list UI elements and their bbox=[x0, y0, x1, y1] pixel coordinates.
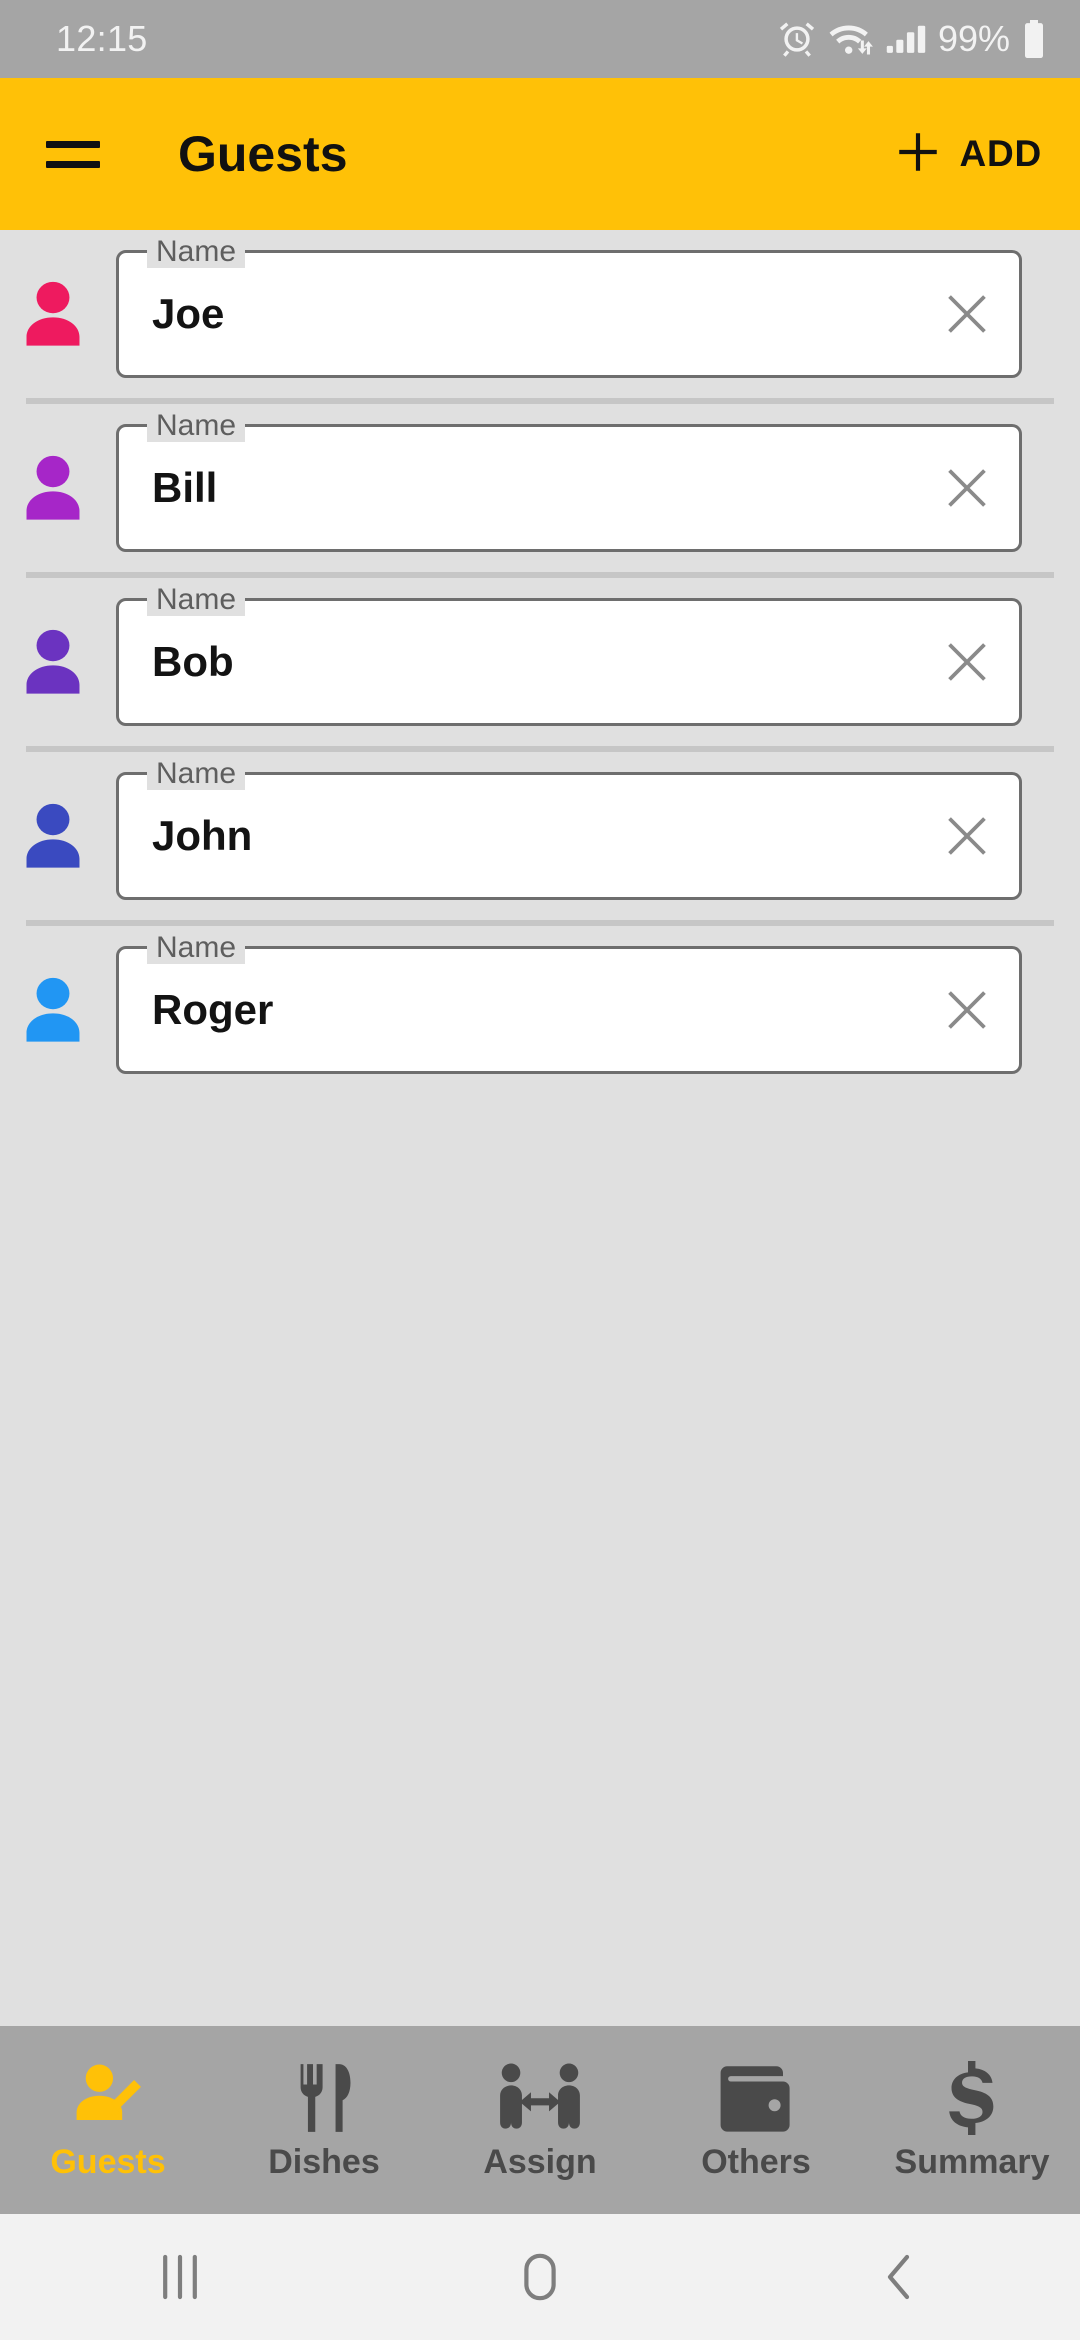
name-input-value[interactable]: Bob bbox=[119, 641, 915, 683]
status-bar: 12:15 99% bbox=[0, 0, 1080, 78]
name-field-label: Name bbox=[147, 758, 246, 790]
nav-item-assign[interactable]: Assign bbox=[432, 2026, 648, 2214]
guest-row[interactable]: Name Joe bbox=[0, 230, 1080, 398]
person-edit-icon bbox=[70, 2059, 146, 2137]
guest-list: Name Joe Name Bill Name Bob Name John Na… bbox=[0, 230, 1080, 2026]
person-icon bbox=[22, 278, 84, 350]
name-input-field[interactable]: Name Bob bbox=[116, 584, 1022, 726]
name-field-label: Name bbox=[147, 236, 246, 268]
dollar-icon bbox=[943, 2059, 1001, 2137]
signal-icon bbox=[886, 20, 926, 58]
app-bar: Guests ADD bbox=[0, 78, 1080, 230]
close-icon[interactable] bbox=[915, 946, 1019, 1074]
add-guest-button[interactable]: ADD bbox=[893, 127, 1042, 182]
nav-item-dishes[interactable]: Dishes bbox=[216, 2026, 432, 2214]
bottom-navigation: Guests Dishes Assign Others Summary bbox=[0, 2026, 1080, 2214]
person-icon bbox=[22, 800, 84, 872]
system-navigation-bar bbox=[0, 2214, 1080, 2340]
alarm-icon bbox=[778, 20, 816, 58]
name-field-label: Name bbox=[147, 932, 246, 964]
recents-icon[interactable] bbox=[0, 2251, 360, 2303]
name-input-field[interactable]: Name Joe bbox=[116, 236, 1022, 378]
name-input-field[interactable]: Name Bill bbox=[116, 410, 1022, 552]
close-icon[interactable] bbox=[915, 250, 1019, 378]
add-button-label: ADD bbox=[959, 133, 1042, 174]
fork-knife-icon bbox=[293, 2059, 355, 2137]
close-icon[interactable] bbox=[915, 424, 1019, 552]
plus-icon bbox=[893, 127, 943, 182]
name-input-value[interactable]: Joe bbox=[119, 293, 915, 335]
nav-label-dishes: Dishes bbox=[268, 2143, 380, 2181]
hamburger-bar bbox=[46, 140, 100, 148]
battery-icon bbox=[1022, 19, 1046, 59]
app-root: 12:15 99% Guests ADD Name Joe Name Bill … bbox=[0, 0, 1080, 2340]
nav-item-others[interactable]: Others bbox=[648, 2026, 864, 2214]
status-icons: 99% bbox=[778, 18, 1046, 60]
name-input-field[interactable]: Name John bbox=[116, 758, 1022, 900]
name-input-value[interactable]: Bill bbox=[119, 467, 915, 509]
name-input-field[interactable]: Name Roger bbox=[116, 932, 1022, 1074]
wifi-icon bbox=[828, 20, 874, 58]
nav-label-assign: Assign bbox=[483, 2143, 597, 2181]
hamburger-bar bbox=[46, 160, 100, 168]
person-icon bbox=[22, 626, 84, 698]
hamburger-menu-icon[interactable] bbox=[46, 133, 100, 175]
name-field-label: Name bbox=[147, 584, 246, 616]
home-icon[interactable] bbox=[360, 2251, 720, 2303]
person-icon bbox=[22, 974, 84, 1046]
nav-item-summary[interactable]: Summary bbox=[864, 2026, 1080, 2214]
status-clock: 12:15 bbox=[56, 18, 148, 59]
person-icon bbox=[22, 452, 84, 524]
close-icon[interactable] bbox=[915, 598, 1019, 726]
back-icon[interactable] bbox=[720, 2251, 1080, 2303]
close-icon[interactable] bbox=[915, 772, 1019, 900]
name-input-value[interactable]: John bbox=[119, 815, 915, 857]
assign-people-icon bbox=[499, 2059, 581, 2137]
name-field-label: Name bbox=[147, 410, 246, 442]
nav-item-guests[interactable]: Guests bbox=[0, 2026, 216, 2214]
battery-percent-label: 99% bbox=[937, 18, 1010, 59]
nav-label-others: Others bbox=[701, 2143, 811, 2181]
guest-row[interactable]: Name Roger bbox=[0, 926, 1080, 1094]
wallet-icon bbox=[717, 2059, 795, 2137]
guest-row[interactable]: Name Bob bbox=[0, 578, 1080, 746]
nav-label-guests: Guests bbox=[50, 2143, 166, 2181]
guest-row[interactable]: Name Bill bbox=[0, 404, 1080, 572]
guest-row[interactable]: Name John bbox=[0, 752, 1080, 920]
name-input-value[interactable]: Roger bbox=[119, 989, 915, 1031]
nav-label-summary: Summary bbox=[894, 2143, 1050, 2181]
page-title: Guests bbox=[178, 126, 348, 182]
